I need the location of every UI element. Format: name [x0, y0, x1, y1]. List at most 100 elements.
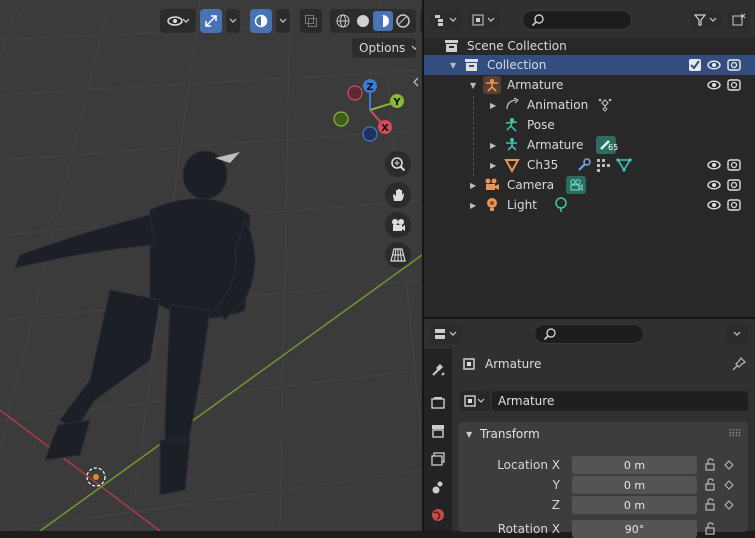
expand-triangle-icon[interactable]: ▶	[490, 101, 496, 110]
outliner-row-label: Armature	[527, 138, 584, 152]
overlay-icon	[254, 14, 268, 28]
tab-view-layer[interactable]	[428, 449, 448, 469]
editor-type-dropdown[interactable]	[430, 324, 462, 344]
expand-triangle-icon[interactable]: ▶	[490, 161, 496, 170]
scene-icon	[432, 481, 443, 494]
expand-triangle-icon[interactable]: ▶	[490, 141, 496, 150]
eye-icon[interactable]	[707, 158, 721, 172]
visibility-dropdown[interactable]	[160, 9, 196, 33]
light-object-icon	[487, 198, 497, 211]
expand-triangle-icon[interactable]: ▼	[450, 61, 456, 70]
eye-icon[interactable]	[707, 198, 721, 212]
eye-icon[interactable]	[707, 58, 721, 72]
properties-tabs	[424, 349, 452, 531]
keyframe-dot-icon[interactable]	[724, 500, 734, 510]
gizmo-toggle-button[interactable]	[200, 9, 222, 33]
pan-button[interactable]	[385, 182, 411, 208]
rotation-x-value: 90°	[624, 522, 645, 536]
outliner-row-ch35[interactable]: ▶ Ch35	[424, 155, 755, 175]
gizmo-dropdown[interactable]	[226, 9, 240, 33]
tab-render[interactable]	[428, 393, 448, 413]
action-keyframe-icon	[598, 98, 612, 112]
render-camera-icon[interactable]	[727, 158, 741, 172]
properties-content: Armature Armature ▼ Transform ⠿⠿ Locatio…	[452, 349, 755, 538]
rotation-x-label: Rotation X	[497, 522, 560, 536]
filter-dropdown[interactable]	[690, 10, 722, 30]
tab-scene[interactable]	[428, 477, 448, 497]
options-dropdown[interactable]: Options	[352, 38, 416, 58]
xray-toggle-button[interactable]	[300, 9, 322, 33]
outliner-row-label: Camera	[507, 178, 555, 192]
3d-viewport[interactable]: Options Z Y X	[0, 0, 422, 531]
outliner-panel: Scene Collection ▼ Collection ▼ Armature…	[424, 0, 755, 317]
navigation-gizmo[interactable]: Z Y X	[330, 74, 410, 154]
svg-text:X: X	[381, 123, 389, 134]
expand-triangle-icon[interactable]: ▶	[470, 201, 476, 210]
rotation-x-field[interactable]: 90°	[572, 520, 697, 538]
gizmo-icon	[205, 15, 217, 27]
render-camera-icon[interactable]	[727, 198, 741, 212]
new-collection-button[interactable]	[728, 10, 750, 30]
solid-shading-button[interactable]	[353, 14, 373, 28]
drag-handle-icon[interactable]: ⠿⠿	[728, 429, 742, 440]
outliner-row-animation[interactable]: ▶ Animation	[424, 95, 755, 115]
outliner-row-pose[interactable]: Pose	[424, 115, 755, 135]
search-icon	[543, 328, 556, 341]
keyframe-dot-icon[interactable]	[724, 460, 734, 470]
material-shading-button[interactable]	[373, 11, 393, 31]
overlay-toggle-button[interactable]	[250, 9, 272, 33]
solid-sphere-icon	[357, 15, 369, 27]
bone-badge[interactable]: 65	[596, 136, 618, 154]
transform-panel: ▼ Transform ⠿⠿ Location X 0 m Y 0 m Z 0 …	[458, 422, 748, 538]
outliner-row-armature-data[interactable]: ▶ Armature 65	[424, 135, 755, 155]
properties-search-input[interactable]	[534, 324, 644, 344]
zoom-button[interactable]	[385, 151, 411, 177]
camera-data-badge[interactable]	[566, 176, 586, 194]
location-y-field[interactable]: 0 m	[572, 476, 697, 494]
display-mode-dropdown[interactable]	[468, 10, 500, 30]
tab-output[interactable]	[428, 421, 448, 441]
animation-icon	[506, 97, 520, 110]
render-camera-icon[interactable]	[727, 58, 741, 72]
datablock-browse-dropdown[interactable]	[460, 391, 490, 411]
outliner-row-label: Animation	[527, 98, 589, 112]
chevron-down-icon	[733, 331, 741, 336]
tab-world[interactable]	[428, 505, 448, 525]
datablock-name-field[interactable]: Armature	[492, 391, 748, 411]
eye-icon[interactable]	[707, 78, 721, 92]
perspective-toggle-button[interactable]	[385, 242, 411, 268]
options-dropdown[interactable]	[726, 324, 748, 344]
wireframe-shading-button[interactable]	[333, 14, 353, 28]
outliner-row-camera[interactable]: ▶ Camera	[424, 175, 755, 195]
eye-icon[interactable]	[707, 178, 721, 192]
grid-icon	[390, 248, 406, 262]
outliner-search-input[interactable]	[522, 10, 632, 30]
render-camera-icon[interactable]	[727, 78, 741, 92]
location-z-field[interactable]: 0 m	[572, 496, 697, 514]
outliner-row-collection[interactable]: ▼ Collection	[424, 55, 755, 75]
transform-panel-header[interactable]: ▼ Transform ⠿⠿	[458, 422, 748, 446]
display-mode-icon	[472, 14, 495, 26]
pin-icon[interactable]	[732, 357, 746, 371]
outliner-row-light[interactable]: ▶ Light	[424, 195, 755, 215]
rendered-shading-button[interactable]	[393, 14, 413, 28]
keyframe-dot-icon[interactable]	[724, 480, 734, 490]
view-layer-icon	[431, 452, 445, 466]
sidebar-toggle[interactable]	[412, 76, 420, 90]
overlay-dropdown[interactable]	[276, 9, 290, 33]
expand-triangle-icon[interactable]: ▶	[470, 181, 476, 190]
lock-icon[interactable]	[704, 458, 718, 472]
lock-icon[interactable]	[704, 522, 718, 536]
lock-icon[interactable]	[704, 478, 718, 492]
outliner-row-scene-collection[interactable]: Scene Collection	[424, 36, 755, 56]
outliner-row-armature[interactable]: ▼ Armature	[424, 75, 755, 95]
expand-triangle-icon[interactable]: ▼	[470, 81, 476, 90]
lock-icon[interactable]	[704, 498, 718, 512]
exclude-checkbox-icon[interactable]	[688, 58, 702, 72]
location-x-field[interactable]: 0 m	[572, 456, 697, 474]
camera-view-button[interactable]	[385, 212, 411, 238]
editor-type-dropdown[interactable]	[430, 10, 462, 30]
outliner-header	[424, 0, 755, 38]
tab-tool[interactable]	[428, 359, 448, 379]
render-camera-icon[interactable]	[727, 178, 741, 192]
